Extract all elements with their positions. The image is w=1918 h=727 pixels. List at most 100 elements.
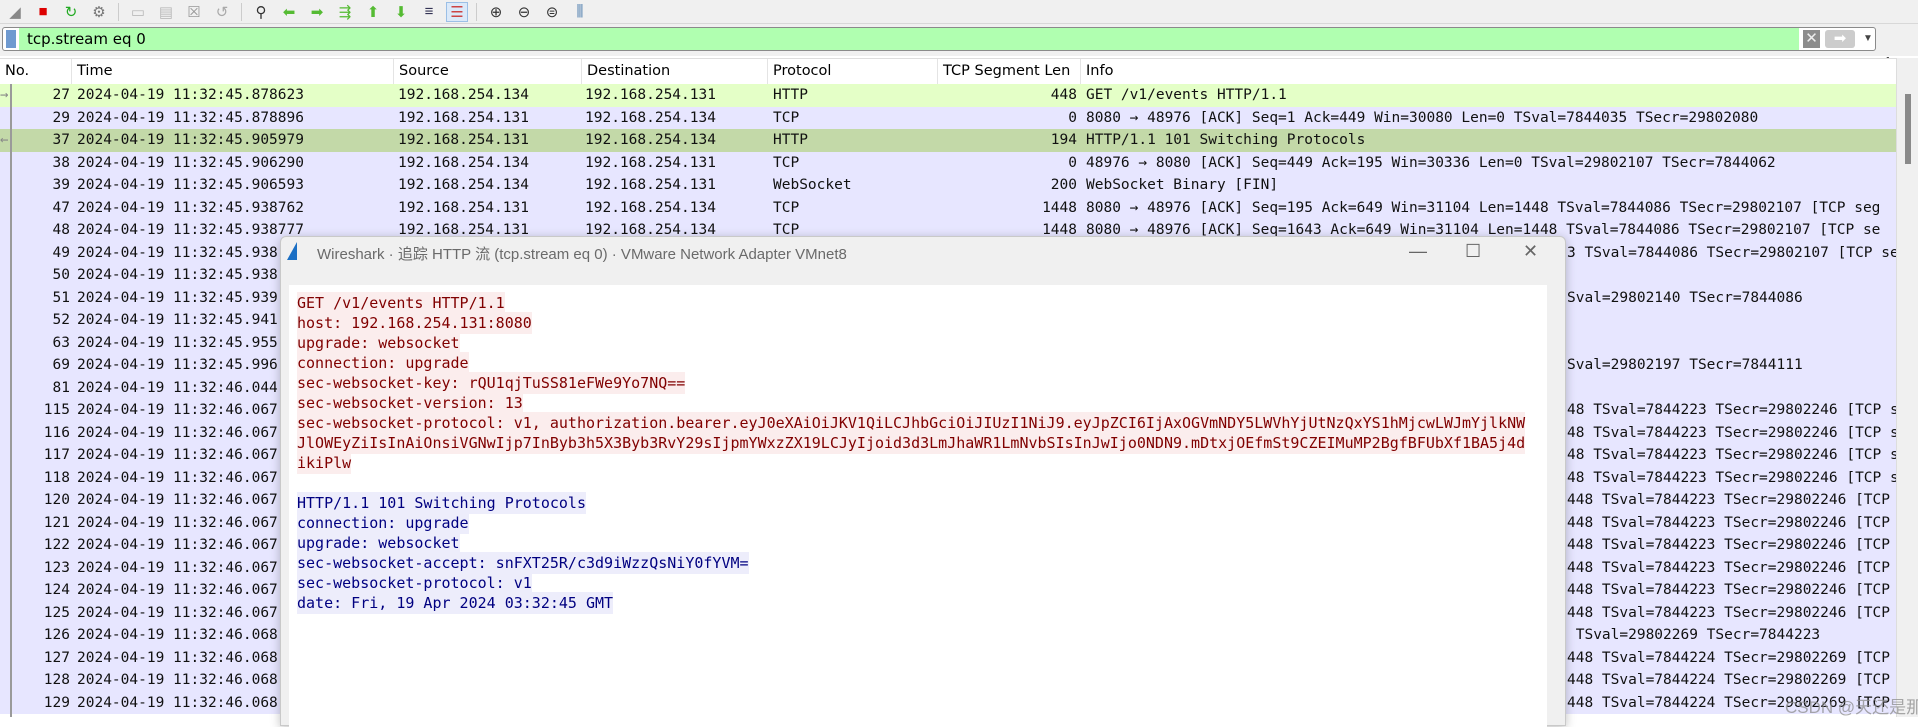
stream-text: connection: upgrade [297, 512, 469, 534]
cell-len: 448 [1050, 87, 1077, 103]
response-arrow-icon: ← [0, 132, 9, 148]
stream-content[interactable]: GET /v1/events HTTP/1.1 host: 192.168.254… [289, 285, 1547, 727]
cell-info: 8080 → 48976 [ACK] Seq=1 Ack=449 Win=300… [1086, 109, 1759, 126]
zoom-in-icon[interactable]: ⊕ [485, 2, 507, 22]
cell-src: 192.168.254.134 [398, 154, 529, 171]
packet-row[interactable]: 27 2024-04-19 11:32:45.878623 192.168.254.… [0, 84, 1896, 107]
cell-dst: 192.168.254.131 [585, 87, 716, 103]
shark-fin-start-icon[interactable]: ◢ [4, 2, 26, 22]
wireshark-fin-icon [287, 242, 297, 260]
cell-tail: 448 TSval=7844223 TSecr=29802246 [TCP [1567, 582, 1891, 598]
packet-row[interactable]: 29 2024-04-19 11:32:45.878896 192.168.254.… [0, 106, 1896, 129]
packet-row[interactable]: 38 2024-04-19 11:32:45.906290 192.168.254.… [0, 151, 1896, 174]
column-source[interactable]: Source [394, 59, 582, 85]
stream-text: GET /v1/events HTTP/1.1 [297, 292, 505, 314]
toolbar-separator [476, 2, 477, 21]
filter-dropdown-chevron-icon[interactable]: ▼ [1863, 30, 1873, 48]
cell-tail: 48 TSval=7844223 TSecr=29802246 [TCP s [1567, 469, 1896, 486]
cell-tail: 448 TSval=7844223 TSecr=29802246 [TCP [1567, 559, 1891, 576]
stream-text: sec-websocket-version: 13 [297, 392, 523, 414]
scrollbar-thumb[interactable] [1905, 94, 1911, 164]
zoom-out-icon[interactable]: ⊖ [513, 2, 535, 22]
autoscroll-icon[interactable]: ≡ [418, 2, 440, 22]
cell-tail: Sval=29802197 TSecr=7844111 [1567, 357, 1803, 373]
normal-size-icon[interactable]: ⊜ [541, 2, 563, 22]
capture-options-icon[interactable]: ⚙ [88, 2, 110, 22]
column-time[interactable]: Time [72, 59, 394, 85]
cell-len: 1448 [1042, 199, 1077, 216]
restart-capture-icon[interactable]: ↻ [60, 2, 82, 22]
last-packet-icon[interactable]: ⬇ [390, 2, 412, 22]
cell-time: 2024-04-19 11:32:45.938762 [77, 199, 304, 216]
cell-time: 2024-04-19 11:32:45.905979 [77, 132, 304, 148]
response-line: sec-websocket-accept: snFXT25R/c3d9iWzzQ… [297, 552, 1525, 574]
cell-len: 0 [1068, 154, 1077, 171]
column-no[interactable]: No. [0, 59, 72, 85]
packet-row[interactable]: 47 2024-04-19 11:32:45.938762 192.168.254.… [0, 196, 1896, 219]
first-packet-icon[interactable]: ⬆ [362, 2, 384, 22]
cell-tail: Sval=29802140 TSecr=7844086 [1567, 289, 1803, 306]
maximize-button[interactable]: ☐ [1465, 239, 1481, 263]
cell-src: 192.168.254.134 [398, 87, 529, 103]
response-line: date: Fri, 19 Apr 2024 03:32:45 GMT [297, 592, 1525, 614]
resize-columns-icon[interactable]: ⫼ [569, 2, 591, 22]
save-file-icon[interactable]: ▤ [155, 2, 177, 22]
column-protocol[interactable]: Protocol [768, 59, 938, 85]
request-line: upgrade: websocket [297, 332, 1525, 354]
filter-box: tcp.stream eq 0 ✕ ➡ ▼ [2, 27, 1876, 51]
response-line: upgrade: websocket [297, 532, 1525, 554]
bookmark-icon[interactable] [6, 30, 16, 48]
go-forward-icon[interactable]: ➡ [306, 2, 328, 22]
cell-time: 2024-04-19 11:32:45.878623 [77, 87, 304, 103]
packet-list-scrollbar[interactable] [1896, 58, 1918, 717]
stream-text: sec-websocket-protocol: v1, authorizatio… [297, 412, 1526, 474]
find-packet-icon[interactable]: ⚲ [250, 2, 272, 22]
go-to-packet-icon[interactable]: ⇶ [334, 2, 356, 22]
cell-src: 192.168.254.131 [398, 199, 529, 216]
cell-dst: 192.168.254.134 [585, 199, 716, 216]
open-file-icon[interactable]: ▭ [127, 2, 149, 22]
response-line: connection: upgrade [297, 512, 1525, 534]
stream-text: sec-websocket-key: rQU1qjTuSS81eFWe9Yo7N… [297, 372, 686, 394]
packet-row[interactable]: 39 2024-04-19 11:32:45.906593 192.168.254.… [0, 174, 1896, 197]
column-tcp-segment-len[interactable]: TCP Segment Len [938, 59, 1081, 85]
cell-dst: 192.168.254.131 [585, 154, 716, 171]
cell-proto: HTTP [773, 132, 808, 148]
cell-tail: 448 TSval=7844223 TSecr=29802246 [TCP [1567, 537, 1891, 553]
close-file-icon[interactable]: ☒ [183, 2, 205, 22]
cell-tail: 3 TSval=7844086 TSecr=29802107 [TCP se [1567, 244, 1896, 261]
cell-len: 194 [1050, 132, 1077, 148]
display-filter-input[interactable]: tcp.stream eq 0 [19, 28, 1799, 50]
stream-text: host: 192.168.254.131:8080 [297, 312, 532, 334]
stream-text: sec-websocket-accept: snFXT25R/c3d9iWzzQ… [297, 552, 749, 574]
stream-text: date: Fri, 19 Apr 2024 03:32:45 GMT [297, 592, 614, 614]
cell-dst: 192.168.254.134 [585, 109, 716, 126]
packet-list-header: No. Time Source Destination Protocol TCP… [0, 58, 1896, 85]
stop-capture-icon[interactable]: ■ [32, 2, 54, 22]
go-back-icon[interactable]: ⬅ [278, 2, 300, 22]
toolbar-separator [241, 2, 242, 21]
cell-time: 2024-04-19 11:32:45.906290 [77, 154, 304, 171]
column-destination[interactable]: Destination [582, 59, 768, 85]
response-line: sec-websocket-protocol: v1 [297, 572, 1525, 594]
cell-tail: TSval=29802269 TSecr=7844223 [1567, 627, 1821, 643]
column-info[interactable]: Info [1081, 59, 1896, 85]
request-line: sec-websocket-version: 13 [297, 392, 1525, 414]
close-button[interactable]: ✕ [1523, 239, 1538, 263]
cell-tail: 48 TSval=7844223 TSecr=29802246 [TCP s [1567, 424, 1896, 441]
cell-info: 48976 → 8080 [ACK] Seq=449 Ack=195 Win=3… [1086, 154, 1776, 171]
cell-time: 2024-04-19 11:32:45.878896 [77, 109, 304, 126]
cell-info: HTTP/1.1 101 Switching Protocols [1086, 132, 1366, 148]
minimize-button[interactable]: — [1409, 239, 1427, 263]
apply-filter-arrow-icon[interactable]: ➡ [1825, 30, 1855, 48]
stream-text: HTTP/1.1 101 Switching Protocols [297, 492, 586, 514]
cell-src: 192.168.254.131 [398, 132, 529, 148]
colorize-icon[interactable]: ☰ [446, 1, 468, 22]
request-arrow-icon: → [0, 87, 9, 103]
clear-filter-icon[interactable]: ✕ [1803, 30, 1820, 48]
stream-text: connection: upgrade [297, 352, 469, 374]
reload-file-icon[interactable]: ↺ [211, 2, 233, 22]
stream-text: upgrade: websocket [297, 332, 460, 354]
packet-row[interactable]: 37 2024-04-19 11:32:45.905979 192.168.254.… [0, 129, 1896, 152]
cell-src: 192.168.254.134 [398, 177, 529, 193]
